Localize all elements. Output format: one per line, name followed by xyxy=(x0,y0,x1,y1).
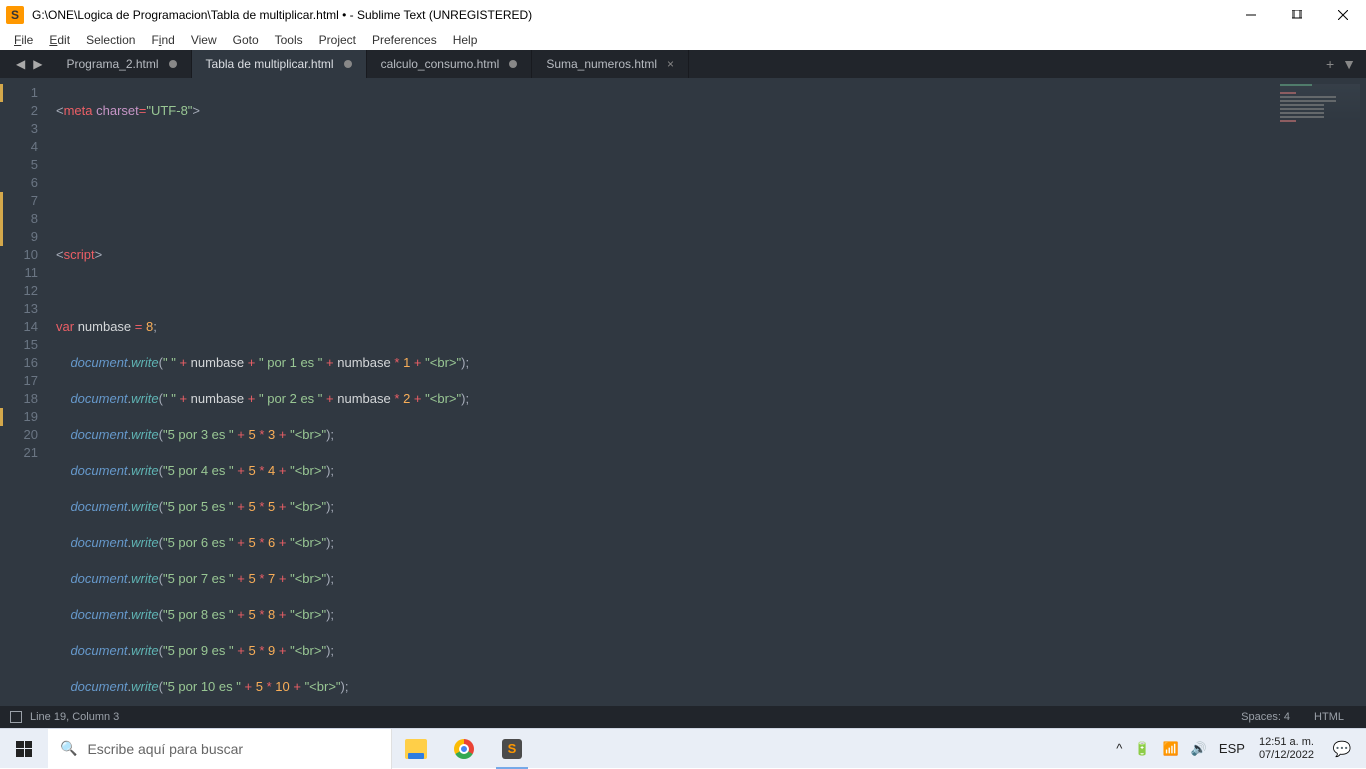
editor-area[interactable]: 123456789101112131415161718192021 <meta … xyxy=(0,78,1366,706)
minimize-button[interactable] xyxy=(1228,0,1274,30)
cursor-position[interactable]: Line 19, Column 3 xyxy=(30,711,119,723)
tab-label: Tabla de multiplicar.html xyxy=(206,57,334,71)
tab-tabla-multiplicar[interactable]: Tabla de multiplicar.html xyxy=(192,50,367,78)
menu-goto[interactable]: Goto xyxy=(225,31,267,49)
tab-suma-numeros[interactable]: Suma_numeros.html × xyxy=(532,50,689,78)
system-tray: ^ 🔋 📶 🔊 ESP 12:51 a. m. 07/12/2022 💬 xyxy=(1110,729,1366,769)
menu-bar: File Edit Selection Find View Goto Tools… xyxy=(0,30,1366,50)
window-title: G:\ONE\Logica de Programacion\Tabla de m… xyxy=(32,8,1228,22)
menu-file[interactable]: File xyxy=(6,31,41,49)
notification-icon: 💬 xyxy=(1333,740,1352,758)
search-placeholder: Escribe aquí para buscar xyxy=(87,741,243,757)
tray-overflow-icon[interactable]: ^ xyxy=(1110,741,1128,756)
tab-label: Suma_numeros.html xyxy=(546,57,657,71)
new-tab-icon[interactable]: + xyxy=(1326,56,1334,72)
panel-switcher-icon[interactable] xyxy=(10,711,22,723)
chrome-icon xyxy=(454,739,474,759)
dirty-indicator-icon xyxy=(344,60,352,68)
search-icon: 🔍 xyxy=(60,740,77,757)
clock[interactable]: 12:51 a. m. 07/12/2022 xyxy=(1251,736,1322,762)
minimap[interactable] xyxy=(1280,84,1360,134)
menu-selection[interactable]: Selection xyxy=(78,31,143,49)
window-titlebar: S G:\ONE\Logica de Programacion\Tabla de… xyxy=(0,0,1366,30)
taskbar-apps: S xyxy=(392,729,536,769)
menu-edit[interactable]: Edit xyxy=(41,31,78,49)
indentation-setting[interactable]: Spaces: 4 xyxy=(1229,711,1302,723)
clock-date: 07/12/2022 xyxy=(1259,749,1314,762)
tab-label: Programa_2.html xyxy=(66,57,158,71)
minimize-icon xyxy=(1246,10,1256,20)
tab-nav: ◀ ▶ xyxy=(6,50,52,78)
line-gutter: 123456789101112131415161718192021 xyxy=(0,78,48,706)
close-icon xyxy=(1338,10,1348,20)
maximize-button[interactable] xyxy=(1274,0,1320,30)
notifications-button[interactable]: 💬 xyxy=(1322,729,1362,769)
tab-calculo-consumo[interactable]: calculo_consumo.html xyxy=(367,50,533,78)
menu-preferences[interactable]: Preferences xyxy=(364,31,445,49)
menu-tools[interactable]: Tools xyxy=(267,31,311,49)
battery-icon[interactable]: 🔋 xyxy=(1128,741,1156,757)
tab-close-icon[interactable]: × xyxy=(667,57,674,71)
menu-help[interactable]: Help xyxy=(445,31,486,49)
taskbar-app-sublime[interactable]: S xyxy=(488,729,536,769)
tab-next-icon[interactable]: ▶ xyxy=(29,57,46,71)
tab-prev-icon[interactable]: ◀ xyxy=(12,57,29,71)
status-bar: Line 19, Column 3 Spaces: 4 HTML xyxy=(0,706,1366,728)
menu-find[interactable]: Find xyxy=(143,31,182,49)
tab-label: calculo_consumo.html xyxy=(381,57,500,71)
language-indicator[interactable]: ESP xyxy=(1213,741,1251,756)
wifi-icon[interactable]: 📶 xyxy=(1157,741,1185,757)
syntax-setting[interactable]: HTML xyxy=(1302,711,1356,723)
clock-time: 12:51 a. m. xyxy=(1259,736,1314,749)
dirty-indicator-icon xyxy=(169,60,177,68)
taskbar-app-file-explorer[interactable] xyxy=(392,729,440,769)
file-explorer-icon xyxy=(405,739,427,759)
maximize-icon xyxy=(1292,10,1302,20)
start-button[interactable] xyxy=(0,729,48,769)
taskbar-app-chrome[interactable] xyxy=(440,729,488,769)
app-icon: S xyxy=(6,6,24,24)
menu-project[interactable]: Project xyxy=(311,31,364,49)
tab-bar: ◀ ▶ Programa_2.html Tabla de multiplicar… xyxy=(0,50,1366,78)
sublime-icon: S xyxy=(502,739,522,759)
menu-view[interactable]: View xyxy=(183,31,225,49)
windows-logo-icon xyxy=(16,741,32,757)
dirty-indicator-icon xyxy=(509,60,517,68)
windows-taskbar: 🔍 Escribe aquí para buscar S ^ 🔋 📶 🔊 ESP… xyxy=(0,728,1366,768)
taskbar-search[interactable]: 🔍 Escribe aquí para buscar xyxy=(48,729,392,769)
close-button[interactable] xyxy=(1320,0,1366,30)
volume-icon[interactable]: 🔊 xyxy=(1185,741,1213,757)
window-controls xyxy=(1228,0,1366,30)
tab-programa-2[interactable]: Programa_2.html xyxy=(52,50,191,78)
code-content[interactable]: <meta charset="UTF-8"> <script> var numb… xyxy=(48,78,1366,706)
tab-menu-icon[interactable]: ▼ xyxy=(1342,56,1356,72)
